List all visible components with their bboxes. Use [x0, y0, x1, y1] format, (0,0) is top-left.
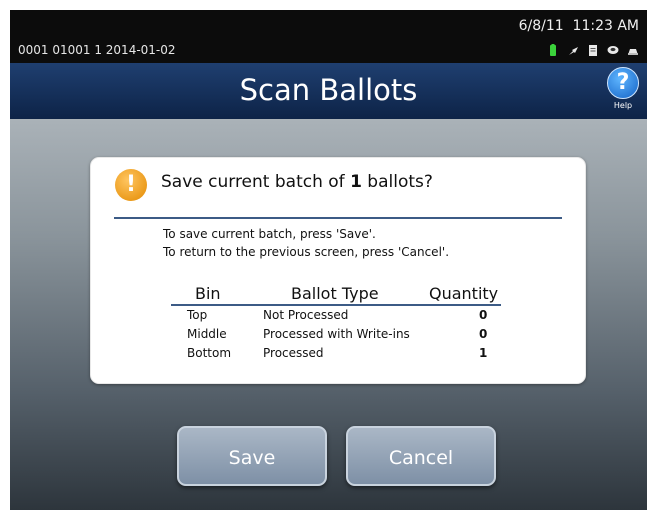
save-button[interactable]: Save — [177, 426, 327, 486]
dialog-divider — [114, 217, 562, 219]
header-quantity: Quantity — [429, 284, 499, 303]
warning-icon: ! — [115, 169, 147, 201]
cancel-button[interactable]: Cancel — [346, 426, 496, 486]
document-icon — [587, 42, 599, 56]
save-batch-dialog: ! Save current batch of 1 ballots? To sa… — [90, 157, 586, 384]
row-bin: Bottom — [187, 346, 232, 360]
device-info: 0001 01001 1 2014-01-02 — [18, 43, 176, 57]
status-date: 6/8/11 — [518, 18, 564, 34]
help-icon: ? — [607, 67, 639, 99]
dialog-title-prefix: Save current batch of — [161, 172, 351, 192]
plug-icon — [567, 42, 579, 55]
row-ballot-type: Processed — [263, 346, 324, 360]
help-label: Help — [613, 101, 633, 110]
table-row: Middle Processed with Write-ins 0 — [171, 327, 501, 345]
battery-icon — [547, 42, 559, 56]
cloud-icon — [607, 42, 619, 55]
row-ballot-type: Processed with Write-ins — [263, 327, 410, 341]
row-ballot-type: Not Processed — [263, 308, 349, 322]
content-area: ! Save current batch of 1 ballots? To sa… — [10, 119, 647, 510]
row-bin: Middle — [187, 327, 227, 341]
title-bar: Scan Ballots ? Help — [10, 63, 647, 119]
row-quantity: 0 — [479, 308, 488, 322]
page-title: Scan Ballots — [239, 73, 418, 107]
date-time: 6/8/11 11:23 AM — [519, 18, 639, 34]
row-quantity: 0 — [479, 327, 488, 341]
instruction-cancel: To return to the previous screen, press … — [163, 245, 450, 259]
dialog-title-suffix: ballots? — [361, 172, 433, 192]
status-icons — [547, 42, 639, 56]
row-quantity: 1 — [479, 346, 488, 360]
row-bin: Top — [187, 308, 208, 322]
status-time: 11:23 AM — [572, 18, 639, 34]
scan-screen: 0001 01001 1 2014-01-02 6/8/11 11:23 AM … — [10, 10, 647, 510]
table-header-rule — [171, 304, 501, 306]
status-bar: 0001 01001 1 2014-01-02 6/8/11 11:23 AM — [10, 10, 647, 63]
header-ballot-type: Ballot Type — [291, 284, 379, 303]
ballot-count: 1 — [350, 172, 362, 192]
dialog-title: Save current batch of 1 ballots? — [161, 172, 433, 192]
help-button[interactable]: ? Help — [605, 67, 641, 113]
instruction-save: To save current batch, press 'Save'. — [163, 227, 376, 241]
drive-icon — [627, 42, 639, 55]
table-row: Top Not Processed 0 — [171, 308, 501, 326]
table-row: Bottom Processed 1 — [171, 346, 501, 364]
header-bin: Bin — [195, 284, 221, 303]
